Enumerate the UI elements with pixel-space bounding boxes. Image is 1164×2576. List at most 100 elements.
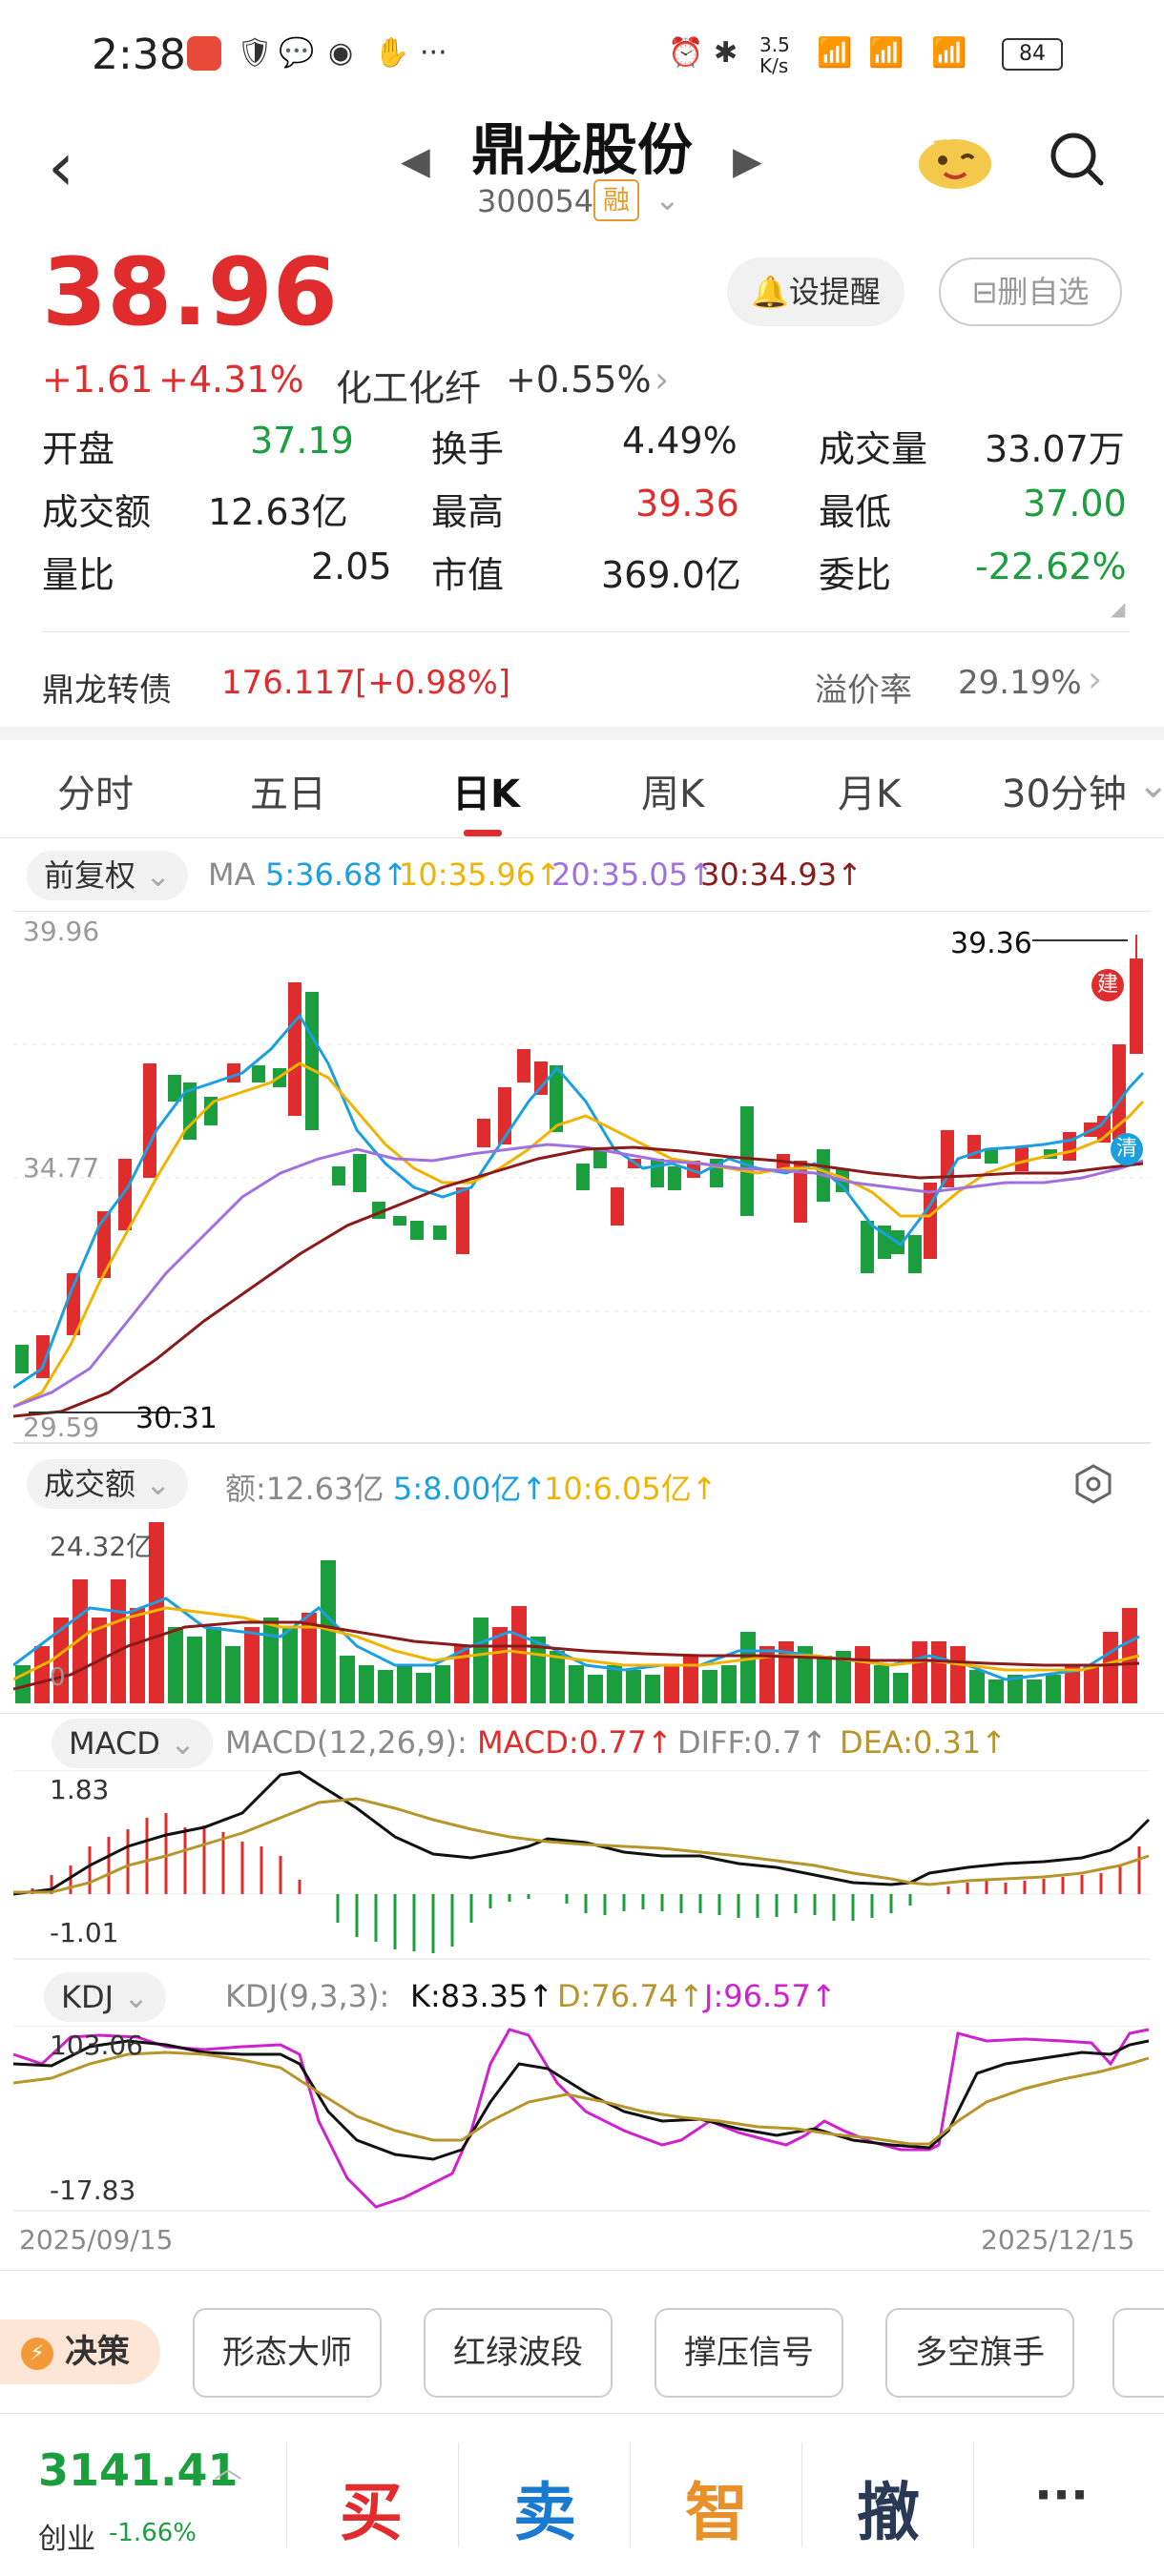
bond-pct: [+0.98%] (355, 664, 511, 702)
volume-y-top: 24.32亿 (50, 1531, 154, 1562)
divider (286, 2442, 287, 2547)
ma5-value: 5:36.68↑ (265, 856, 408, 893)
kdj-dropdown[interactable]: KDJ ⌄ (44, 1972, 167, 2022)
low-label: 30.31 (135, 1402, 218, 1435)
stat-value: 37.00 (1023, 483, 1127, 525)
build-signal-badge[interactable]: 建 (1091, 969, 1124, 1001)
signal-icon: 📶 (868, 36, 904, 70)
macd-chart[interactable] (13, 1770, 1151, 1961)
stock-code: 300054 (477, 183, 594, 219)
stat-value: 39.36 (635, 483, 739, 525)
chevron-down-icon: ⌄ (170, 1725, 196, 1762)
adjust-dropdown[interactable]: 前复权 ⌄ (27, 851, 188, 900)
chevron-right-icon[interactable]: › (655, 359, 669, 401)
tool-pattern-master[interactable]: 形态大师 (193, 2308, 382, 2398)
analysis-tools: ⚡ 决策 形态大师 红绿波段 撑压信号 多空旗手 (0, 2298, 1164, 2413)
kdj-d-line (13, 2050, 1150, 2146)
sector-name[interactable]: 化工化纤 (336, 359, 481, 411)
tool-bull-bear-flag[interactable]: 多空旗手 (885, 2308, 1074, 2398)
sell-button[interactable]: 卖 (513, 2462, 576, 2553)
tab-monthly-k[interactable]: 月K (838, 763, 901, 818)
more-menu-icon[interactable]: ··· (1034, 2467, 1089, 2523)
tab-weekly-k[interactable]: 周K (641, 763, 704, 818)
premium-label: 溢价率 (815, 671, 912, 710)
lightning-icon: ⚡ (21, 2337, 53, 2370)
macd-params: MACD(12,26,9): (225, 1724, 468, 1761)
stat-value: -22.62% (975, 546, 1127, 587)
price-change-pct: +4.31% (158, 359, 304, 401)
index-value[interactable]: 3141.41 (38, 2444, 239, 2496)
volume-dropdown[interactable]: 成交额 ⌄ (27, 1459, 188, 1509)
tool-more-partial[interactable] (1112, 2308, 1164, 2398)
status-time: 2:38 (92, 31, 186, 79)
search-icon[interactable] (1048, 130, 1105, 187)
mascot-icon[interactable] (914, 126, 996, 193)
wifi-icon: 📶 (817, 36, 853, 70)
shield-icon: 🛡 (237, 36, 274, 70)
kdj-d-value: D:76.74↑ (557, 1978, 704, 2014)
tab-30min[interactable]: 30分钟 (1002, 763, 1127, 818)
cancel-order-button[interactable]: 撤 (857, 2462, 920, 2553)
set-alert-button[interactable]: 🔔设提醒 (727, 258, 904, 326)
tool-support-resistance[interactable]: 撑压信号 (655, 2308, 843, 2398)
convertible-bond-row[interactable]: 鼎龙转债 176.117 [+0.98%] 溢价率 29.19% › (0, 645, 1164, 727)
remove-watchlist-button[interactable]: ⊟删自选 (939, 258, 1122, 326)
kdj-j-value: J:96.57↑ (704, 1978, 837, 2014)
macd-dropdown[interactable]: MACD ⌄ (52, 1719, 213, 1768)
ma5-line (13, 1013, 1145, 1390)
clear-signal-badge[interactable]: 清 (1111, 1133, 1143, 1165)
battery-indicator: 84 (1002, 38, 1063, 71)
bond-name: 鼎龙转债 (42, 671, 172, 710)
stat-value: 12.63亿 (208, 491, 348, 533)
index-name: 创业 (38, 2523, 95, 2556)
tab-daily-k[interactable]: 日K (452, 763, 520, 818)
ma10-line (13, 1061, 1145, 1409)
tool-label: 多空旗手 (915, 2334, 1045, 2372)
settings-icon[interactable] (1072, 1463, 1114, 1505)
remove-watchlist-label: 删自选 (997, 274, 1090, 310)
smart-button[interactable]: 智 (685, 2462, 748, 2553)
stat-label: 换手 (431, 428, 505, 470)
margin-badge: 融 (593, 179, 639, 221)
decision-button[interactable]: ⚡ 决策 (0, 2319, 160, 2384)
ma-legend: 前复权 ⌄ MA 5:36.68↑ 10:35.96↑ 20:35.05↑ 30… (0, 849, 1164, 902)
tab-intraday[interactable]: 分时 (57, 763, 134, 818)
chevron-down-icon[interactable]: ⌄ (1137, 763, 1164, 807)
signal-2-icon: 📶 (931, 36, 967, 70)
tool-red-green-band[interactable]: 红绿波段 (424, 2308, 613, 2398)
kdj-chart[interactable] (13, 2026, 1151, 2213)
tool-label: 形态大师 (222, 2334, 352, 2372)
dea-value: DEA:0.31↑ (840, 1724, 1008, 1761)
index-pct: -1.66% (109, 2519, 197, 2547)
chevron-up-icon[interactable]: ︿ (214, 2444, 242, 2486)
stat-label: 委比 (819, 554, 892, 596)
next-stock-icon[interactable]: ▶ (733, 139, 762, 183)
stat-value: 2.05 (311, 546, 392, 587)
y-axis-mid: 34.77 (23, 1152, 100, 1184)
kdj-k-value: K:83.35↑ (410, 1978, 554, 2014)
price-change: +1.61 (42, 359, 154, 401)
chevron-down-icon: ⌄ (145, 857, 171, 894)
bond-price: 176.117 (221, 664, 356, 702)
stat-label: 市值 (431, 554, 505, 596)
kline-chart[interactable] (13, 911, 1151, 1445)
stat-label: 量比 (42, 554, 115, 596)
macd-title: MACD (69, 1725, 160, 1762)
divider (630, 2442, 631, 2547)
buy-button[interactable]: 买 (340, 2462, 403, 2553)
hand-icon: ✋ (374, 36, 410, 70)
chevron-down-icon[interactable]: ⌄ (655, 181, 680, 217)
stat-label: 最高 (431, 491, 505, 533)
kdj-y-top: 103.06 (50, 2030, 143, 2061)
adjust-label: 前复权 (44, 857, 136, 894)
status-bar: 2:38 🛡 💬 ◉ ✋ ··· ⏰ ✱ 3.5 K/s 📶 📶 📶 84 (0, 0, 1164, 105)
stat-label: 成交额 (42, 491, 152, 533)
kdj-title: KDJ (61, 1979, 114, 2015)
stat-label: 成交量 (819, 428, 928, 470)
volume-chart[interactable] (13, 1522, 1151, 1703)
kdj-j-line (13, 2028, 1150, 2209)
stat-value: 33.07万 (985, 428, 1125, 470)
expand-corner-icon[interactable]: ◢ (1111, 597, 1125, 620)
tab-five-day[interactable]: 五日 (250, 763, 326, 818)
net-speed: 3.5 K/s (759, 33, 790, 77)
